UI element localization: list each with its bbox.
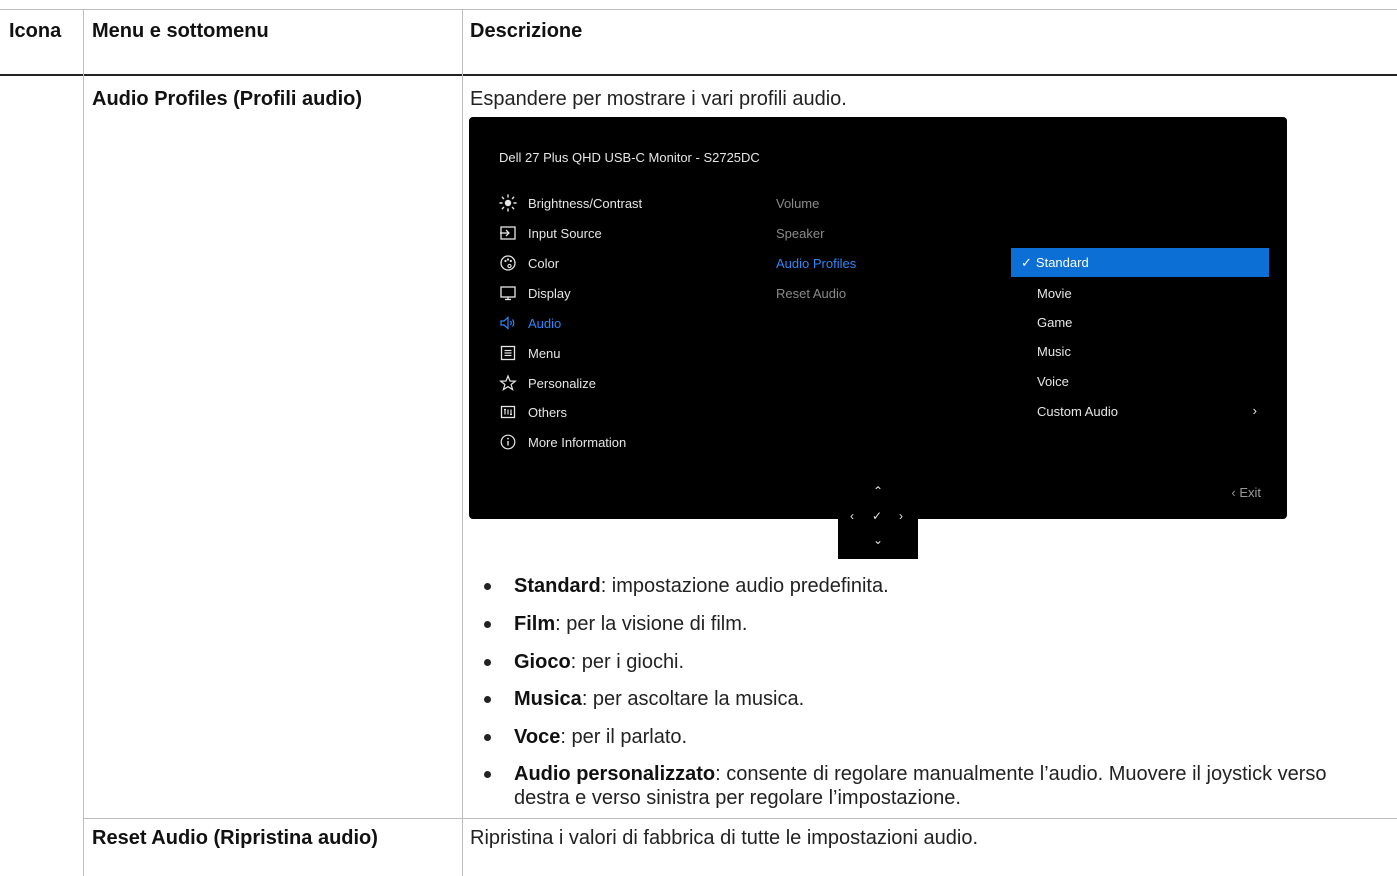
list-item: Standard: impostazione audio predefinita… — [484, 574, 1374, 598]
list-item: Gioco: per i giochi. — [484, 650, 1374, 674]
osd-menu-label: More Information — [528, 434, 627, 450]
desc-audio-profiles: Espandere per mostrare i vari profili au… — [470, 88, 847, 110]
osd-menu-audio: Audio — [499, 313, 561, 333]
osd-option-music: Music — [1011, 337, 1269, 366]
list-item: Film: per la visione di film. — [484, 612, 1374, 636]
osd-screenshot: Dell 27 Plus QHD USB-C Monitor - S2725DC… — [469, 117, 1287, 519]
osd-menu-label: Personalize — [528, 375, 596, 391]
osd-menu-menu: Menu — [499, 343, 561, 363]
col-divider-1 — [83, 9, 84, 876]
chevron-up-icon: ⌃ — [873, 484, 884, 498]
chevron-right-icon: › — [1252, 403, 1257, 418]
bullet-text: : per la visione di film. — [555, 613, 748, 635]
bullet-dot — [484, 583, 491, 590]
osd-menu-label: Brightness/Contrast — [528, 195, 643, 211]
osd-option-label: Music — [1037, 344, 1071, 359]
osd-menu-others: Others — [499, 402, 567, 422]
osd-menu-brightness: Brightness/Contrast — [499, 193, 642, 213]
osd-menu-label: Input Source — [528, 225, 602, 241]
bullet-dot — [484, 771, 491, 778]
osd-option-custom-audio: Custom Audio › — [1011, 397, 1269, 426]
bullet-term: Standard — [514, 575, 601, 597]
bullet-dot — [484, 734, 491, 741]
chevron-right-icon: › — [899, 509, 903, 523]
chevron-down-icon: ⌄ — [873, 533, 884, 547]
osd-menu-more-information: More Information — [499, 432, 626, 452]
osd-option-label: Custom Audio — [1037, 404, 1118, 419]
bullet-text: : per ascoltare la musica. — [581, 688, 805, 710]
others-icon — [499, 403, 517, 421]
speaker-icon — [499, 314, 517, 332]
bullet-term: Gioco — [514, 651, 571, 673]
header-menu: Menu e sottomenu — [92, 20, 269, 42]
menu-list-icon — [499, 344, 517, 362]
star-icon — [499, 374, 517, 392]
list-item: Audio personalizzato: consente di regola… — [484, 762, 1374, 810]
osd-option-movie: Movie — [1011, 279, 1269, 308]
osd-title: Dell 27 Plus QHD USB-C Monitor - S2725DC — [499, 150, 760, 165]
menu-audio-profiles: Audio Profiles (Profili audio) — [92, 88, 362, 110]
bullet-dot — [484, 696, 491, 703]
osd-option-game: Game — [1011, 308, 1269, 337]
list-item: Musica: per ascoltare la musica. — [484, 687, 1374, 711]
row-divider — [83, 818, 1397, 819]
bullet-term: Film — [514, 613, 556, 635]
osd-option-label: Voice — [1037, 374, 1069, 389]
header-descrizione: Descrizione — [470, 20, 583, 42]
desc-reset-audio: Ripristina i valori di fabbrica di tutte… — [470, 827, 979, 849]
osd-exit: ‹ Exit — [1231, 485, 1261, 500]
osd-menu-label: Color — [528, 255, 560, 271]
list-item: Voce: per il parlato. — [484, 725, 1374, 749]
osd-menu-label: Others — [528, 404, 568, 420]
chevron-left-icon: ‹ — [850, 509, 854, 523]
col-divider-2 — [462, 9, 463, 876]
osd-sub-volume: Volume — [776, 196, 820, 211]
bullet-term: Musica — [514, 688, 582, 710]
osd-sub-speaker: Speaker — [776, 226, 825, 241]
osd-sub-audio-profiles: Audio Profiles — [776, 256, 857, 271]
input-source-icon — [499, 224, 517, 242]
info-icon — [499, 433, 517, 451]
osd-menu-display: Display — [499, 283, 571, 303]
osd-sub-reset-audio: Reset Audio — [776, 286, 847, 301]
bullet-term: Voce — [514, 726, 561, 748]
joystick-guide: ⌃ ‹ ✓ › ⌄ — [838, 478, 918, 559]
osd-menu-label: Audio — [528, 315, 562, 331]
osd-exit-label: Exit — [1239, 485, 1261, 500]
bullet-dot — [484, 621, 491, 628]
bullet-text: : per il parlato. — [560, 726, 688, 748]
bullet-text: : per i giochi. — [570, 651, 685, 673]
osd-option-label: Game — [1037, 315, 1073, 330]
palette-icon — [499, 254, 517, 272]
sun-icon — [499, 194, 517, 212]
bullet-text: : impostazione audio predefinita. — [600, 575, 889, 597]
check-icon: ✓ — [872, 509, 883, 523]
check-icon: ✓ — [1021, 254, 1032, 270]
osd-option-standard: ✓ Standard — [1011, 248, 1269, 277]
header-divider — [0, 74, 1397, 76]
osd-menu-personalize: Personalize — [499, 373, 596, 393]
header-icona: Icona — [9, 20, 62, 42]
osd-menu-label: Display — [528, 285, 571, 301]
menu-reset-audio: Reset Audio (Ripristina audio) — [92, 827, 378, 849]
bullet-dot — [484, 659, 491, 666]
bullet-term: Audio personalizzato — [514, 763, 716, 785]
osd-menu-input-source: Input Source — [499, 223, 602, 243]
monitor-icon — [499, 284, 517, 302]
table-top-border — [0, 9, 1397, 10]
osd-menu-color: Color — [499, 253, 559, 273]
osd-option-voice: Voice — [1011, 367, 1269, 396]
osd-menu-label: Menu — [528, 345, 561, 361]
osd-option-label: Standard — [1035, 255, 1089, 270]
osd-option-label: Movie — [1037, 286, 1072, 301]
